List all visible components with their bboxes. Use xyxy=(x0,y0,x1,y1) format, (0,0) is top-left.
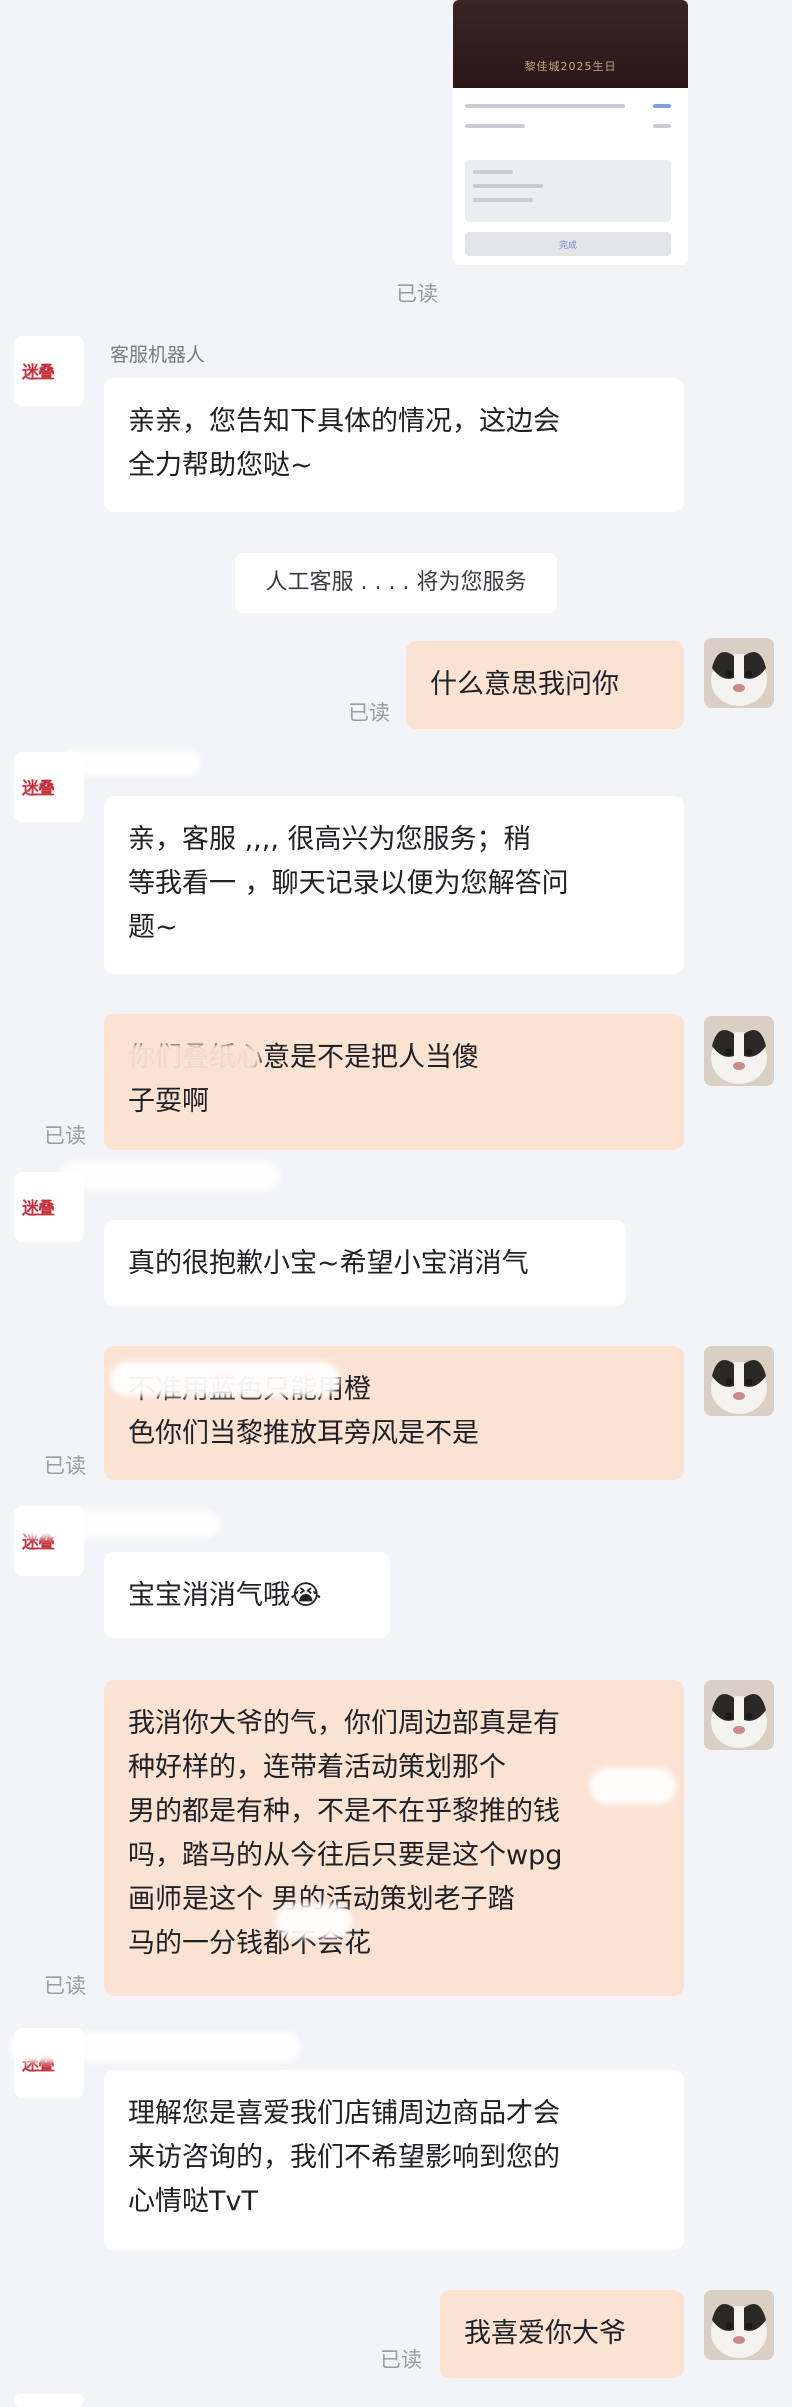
preview-done-label: 完成 xyxy=(558,241,577,251)
read-receipt: 已读 xyxy=(380,2348,422,2372)
preview-text-line xyxy=(473,184,543,188)
message-bubble[interactable]: 我消你大爷的气，你们周边部真是有 种好样的，连带着活动策划那个 男的都是有种，不… xyxy=(104,1680,684,1996)
preview-text-line xyxy=(653,104,671,108)
message-bubble[interactable]: 亲，客服 ,,,, 很高兴为您服务；稍 等我看一 ，聊天记录以便为您解答问 题~ xyxy=(104,796,684,974)
preview-done-button: 完成 xyxy=(465,232,671,256)
cat-avatar-icon[interactable] xyxy=(704,638,774,708)
cat-avatar-icon[interactable] xyxy=(704,2290,774,2360)
redaction-mark xyxy=(60,1162,280,1190)
message-bubble[interactable]: 我喜爱你大爷 xyxy=(440,2290,684,2378)
store-logo-glyph: 迷叠 xyxy=(22,779,55,799)
read-receipt: 已读 xyxy=(44,1124,86,1148)
read-receipt: 已读 xyxy=(44,1974,86,1998)
message-bubble[interactable]: 什么意思我问你 xyxy=(406,641,684,729)
message-bubble[interactable]: 真的很抱歉小宝~希望小宝消消气 xyxy=(104,1220,626,1306)
store-logo-glyph: 迷叠 xyxy=(22,1199,55,1219)
message-bubble[interactable]: 理解您是喜爱我们店铺周边商品才会 来访咨询的，我们不希望影响到您的 心情哒TvT xyxy=(104,2070,684,2250)
redaction-mark xyxy=(590,1768,676,1804)
redaction-mark xyxy=(20,1510,220,1538)
store-logo-icon[interactable] xyxy=(14,2394,84,2407)
cat-avatar-graphic xyxy=(704,1346,774,1416)
cat-avatar-icon[interactable] xyxy=(704,1016,774,1086)
redaction-mark xyxy=(10,2032,300,2062)
poster-image: 黎佳城2025生日 xyxy=(453,0,688,88)
chat-page: 黎佳城2025生日 完成 已读 迷叠 客服机器人 亲亲，您告知下具体的情况，这边… xyxy=(0,0,792,2407)
preview-text-line xyxy=(473,198,533,202)
preview-text-line xyxy=(473,170,513,174)
cat-avatar-graphic xyxy=(704,1680,774,1750)
cat-avatar-graphic xyxy=(704,638,774,708)
message-bubble[interactable]: 你们叠纸心意是不是把人当傻 子耍啊 xyxy=(104,1014,684,1150)
message-bubble[interactable]: 宝宝消消气哦😭 xyxy=(104,1552,390,1638)
store-logo-icon[interactable]: 迷叠 xyxy=(14,336,84,406)
store-logo-glyph: 迷叠 xyxy=(22,363,55,383)
preview-text-line xyxy=(653,124,671,128)
preview-text-line xyxy=(465,124,525,128)
cat-avatar-graphic xyxy=(704,2290,774,2360)
read-receipt: 已读 xyxy=(396,282,438,306)
cat-avatar-graphic xyxy=(704,1016,774,1086)
preview-form-box xyxy=(465,160,671,222)
preview-text-line xyxy=(465,104,625,108)
message-bubble[interactable]: 亲亲，您告知下具体的情况，这边会 全力帮助您哒~ xyxy=(104,378,684,512)
sender-name: 客服机器人 xyxy=(110,344,206,366)
redaction-mark xyxy=(110,1044,260,1072)
redaction-mark xyxy=(110,1362,340,1396)
redaction-mark xyxy=(276,1904,352,1938)
cat-avatar-icon[interactable] xyxy=(704,1680,774,1750)
cat-avatar-icon[interactable] xyxy=(704,1346,774,1416)
system-notice: 人工客服 . . . . 将为您服务 xyxy=(235,553,557,613)
read-receipt: 已读 xyxy=(348,701,390,725)
redaction-mark xyxy=(60,750,200,776)
poster-caption: 黎佳城2025生日 xyxy=(524,60,617,73)
shared-image-preview[interactable]: 黎佳城2025生日 完成 xyxy=(453,0,688,265)
read-receipt: 已读 xyxy=(44,1454,86,1478)
